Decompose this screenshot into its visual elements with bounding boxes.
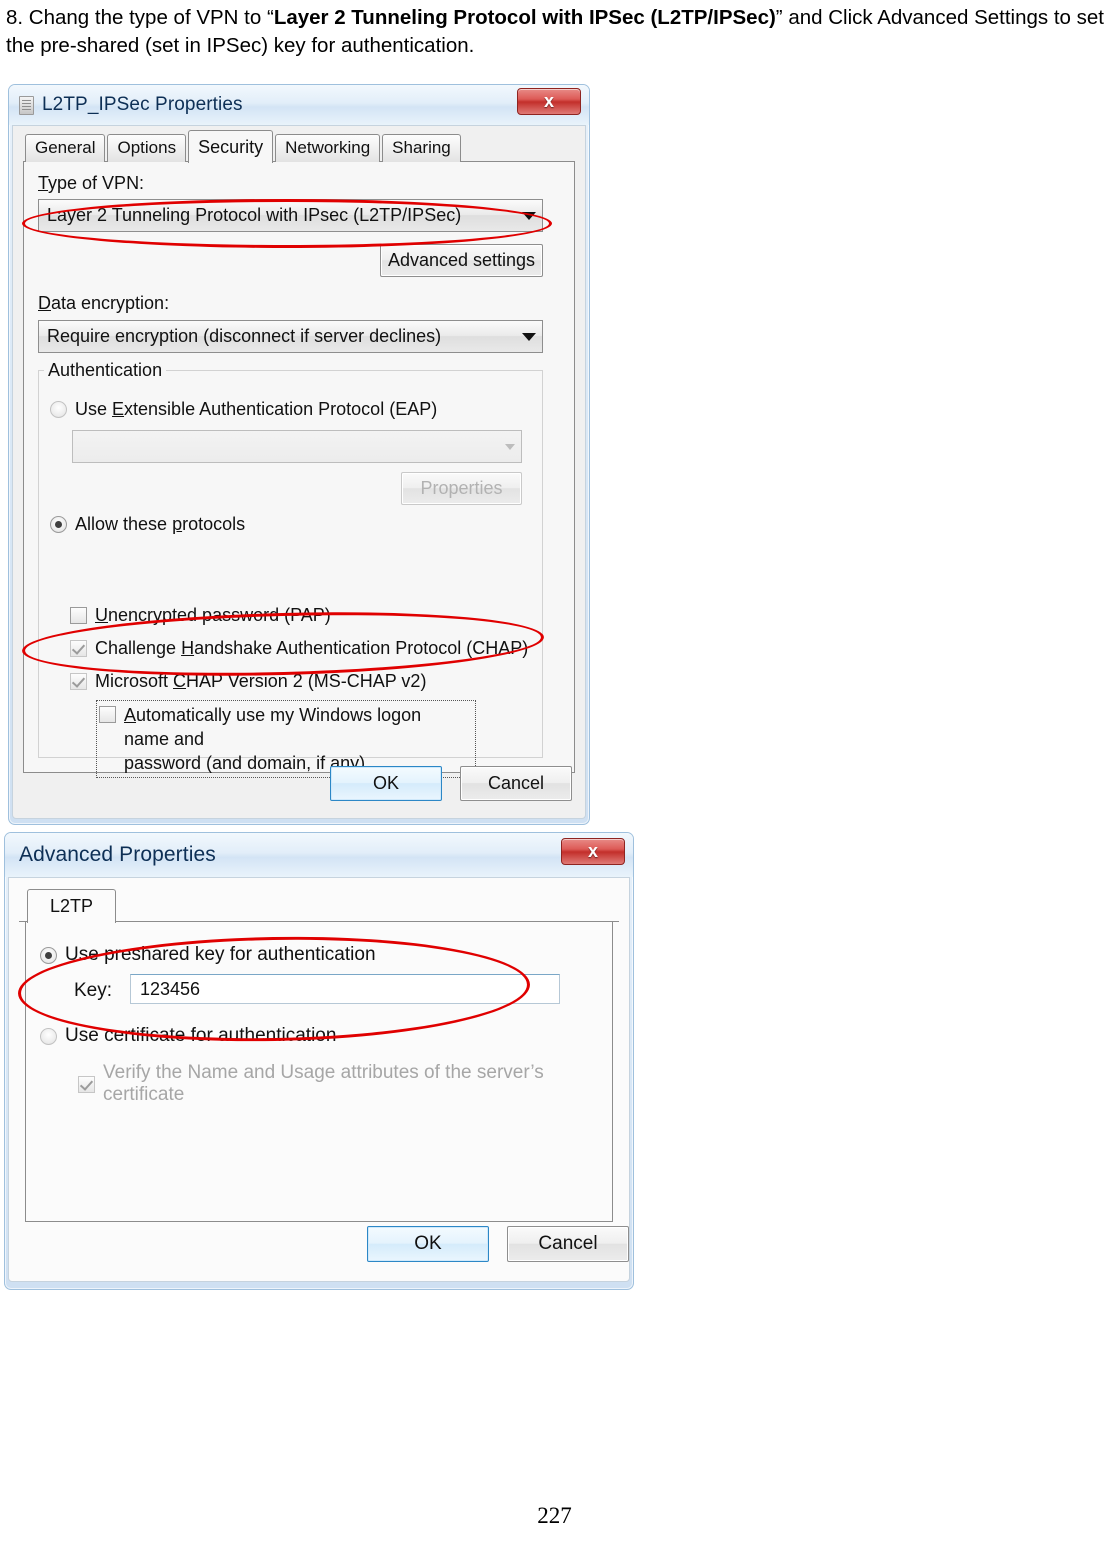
preshared-key-radio-label: Use preshared key for authentication xyxy=(65,944,376,965)
pap-checkbox-label: Unencrypted password (PAP) xyxy=(95,605,331,625)
allow-protocols-radio-button[interactable] xyxy=(50,516,67,533)
allow-protocols-label: Allow these protocols xyxy=(75,514,246,534)
tab-options[interactable]: Options xyxy=(107,134,187,162)
dialog2-cancel-button[interactable]: Cancel xyxy=(507,1226,629,1262)
security-tab-panel: TType of VPN:ype of VPN: Layer 2 Tunneli… xyxy=(23,162,575,778)
mschapv2-checkbox[interactable] xyxy=(70,673,87,690)
type-of-vpn-label: TType of VPN:ype of VPN: xyxy=(38,173,145,193)
eap-radio-button[interactable] xyxy=(50,401,67,418)
dialog2-body: L2TP Use preshared key for authenticatio… xyxy=(8,877,630,1282)
dialog1-cancel-button[interactable]: Cancel xyxy=(460,766,572,801)
dialog1-titlebar: L2TP_IPSec Properties x xyxy=(9,85,589,125)
eap-method-combobox[interactable] xyxy=(72,430,522,463)
verify-certificate-checkbox-row[interactable]: Verify the Name and Usage attributes of … xyxy=(78,1062,612,1106)
page-number: 227 xyxy=(537,1503,572,1528)
dialog2-title: Advanced Properties xyxy=(19,843,216,866)
dialog2-ok-button[interactable]: OK xyxy=(367,1226,489,1262)
certificate-radio-label: Use certificate for authentication xyxy=(65,1025,337,1046)
instruction-prefix: 8. Chang the type of VPN to “ xyxy=(6,6,274,29)
key-input-value: 123456 xyxy=(140,978,201,999)
dialog1-tabstrip: General Options Security Networking Shar… xyxy=(13,130,585,163)
chap-checkbox-row[interactable]: Challenge Handshake Authentication Proto… xyxy=(70,638,528,659)
auto-logon-checkbox[interactable] xyxy=(99,706,116,723)
dialog1-button-bar: OK Cancel xyxy=(330,766,572,801)
mschapv2-checkbox-label: Microsoft CHAP Version 2 (MS-CHAP v2) xyxy=(95,671,427,691)
chevron-down-icon xyxy=(522,211,536,220)
key-label: Key: xyxy=(74,980,113,1001)
instruction-bold-term: Layer 2 Tunneling Protocol with IPSec (L… xyxy=(273,6,776,29)
verify-certificate-checkbox[interactable] xyxy=(78,1075,95,1093)
certificate-radio-row[interactable]: Use certificate for authentication xyxy=(40,1025,336,1047)
tab-l2tp[interactable]: L2TP xyxy=(27,889,117,923)
l2tp-ipsec-properties-dialog: L2TP_IPSec Properties x General Options … xyxy=(8,84,590,825)
chap-checkbox[interactable] xyxy=(70,640,87,657)
data-encryption-combobox[interactable]: Require encryption (disconnect if server… xyxy=(38,320,543,353)
dialog1-title: L2TP_IPSec Properties xyxy=(42,94,243,115)
network-connection-icon xyxy=(19,95,34,115)
allow-protocols-radio-row[interactable]: Allow these protocols xyxy=(50,514,245,535)
advanced-properties-dialog: Advanced Properties x L2TP Use preshared… xyxy=(4,832,634,1290)
eap-radio-label: Use Extensible Authentication Protocol (… xyxy=(75,399,438,419)
tab-general[interactable]: General xyxy=(25,134,106,162)
certificate-radio-button[interactable] xyxy=(40,1027,57,1045)
preshared-key-radio-button[interactable] xyxy=(40,946,57,964)
chevron-down-icon xyxy=(505,443,515,450)
tab-security[interactable]: Security xyxy=(188,130,274,163)
chevron-down-icon xyxy=(522,332,536,341)
pap-checkbox-row[interactable]: Unencrypted password (PAP) xyxy=(70,605,331,626)
l2tp-tab-panel: Use preshared key for authentication Key… xyxy=(25,922,613,1222)
data-encryption-value: Require encryption (disconnect if server… xyxy=(47,326,442,346)
authentication-group-title: Authentication xyxy=(44,360,167,381)
auto-logon-label: AAutomatically use my Windows logon name… xyxy=(124,705,422,773)
preshared-key-radio-row[interactable]: Use preshared key for authentication xyxy=(40,944,376,966)
eap-radio-row[interactable]: Use Extensible Authentication Protocol (… xyxy=(50,399,437,420)
instruction-paragraph: 8. Chang the type of VPN to “Layer 2 Tun… xyxy=(6,4,1104,60)
eap-properties-button[interactable]: Properties xyxy=(401,472,522,505)
data-encryption-label: Data encryption: xyxy=(38,293,170,313)
dialog1-body: General Options Security Networking Shar… xyxy=(12,125,586,819)
tab-sharing[interactable]: Sharing xyxy=(382,134,461,162)
verify-certificate-label: Verify the Name and Usage attributes of … xyxy=(103,1062,544,1105)
dialog1-ok-button[interactable]: OK xyxy=(330,766,442,801)
advanced-settings-button[interactable]: Advanced settings xyxy=(380,244,543,277)
dialog2-button-bar: OK Cancel xyxy=(367,1226,629,1262)
chap-checkbox-label: Challenge Handshake Authentication Proto… xyxy=(95,638,529,658)
dialog2-tabstrip: L2TP xyxy=(9,889,629,923)
pap-checkbox[interactable] xyxy=(70,607,87,624)
type-of-vpn-value: Layer 2 Tunneling Protocol with IPsec (L… xyxy=(47,205,462,225)
type-of-vpn-combobox[interactable]: Layer 2 Tunneling Protocol with IPsec (L… xyxy=(38,199,543,232)
dialog2-close-button[interactable]: x xyxy=(561,838,625,865)
dialog2-titlebar: Advanced Properties x xyxy=(5,833,633,877)
mschapv2-checkbox-row[interactable]: Microsoft CHAP Version 2 (MS-CHAP v2) xyxy=(70,671,426,692)
key-input[interactable]: 123456 xyxy=(130,974,560,1004)
dialog1-close-button[interactable]: x xyxy=(517,88,581,115)
tab-networking[interactable]: Networking xyxy=(275,134,381,162)
